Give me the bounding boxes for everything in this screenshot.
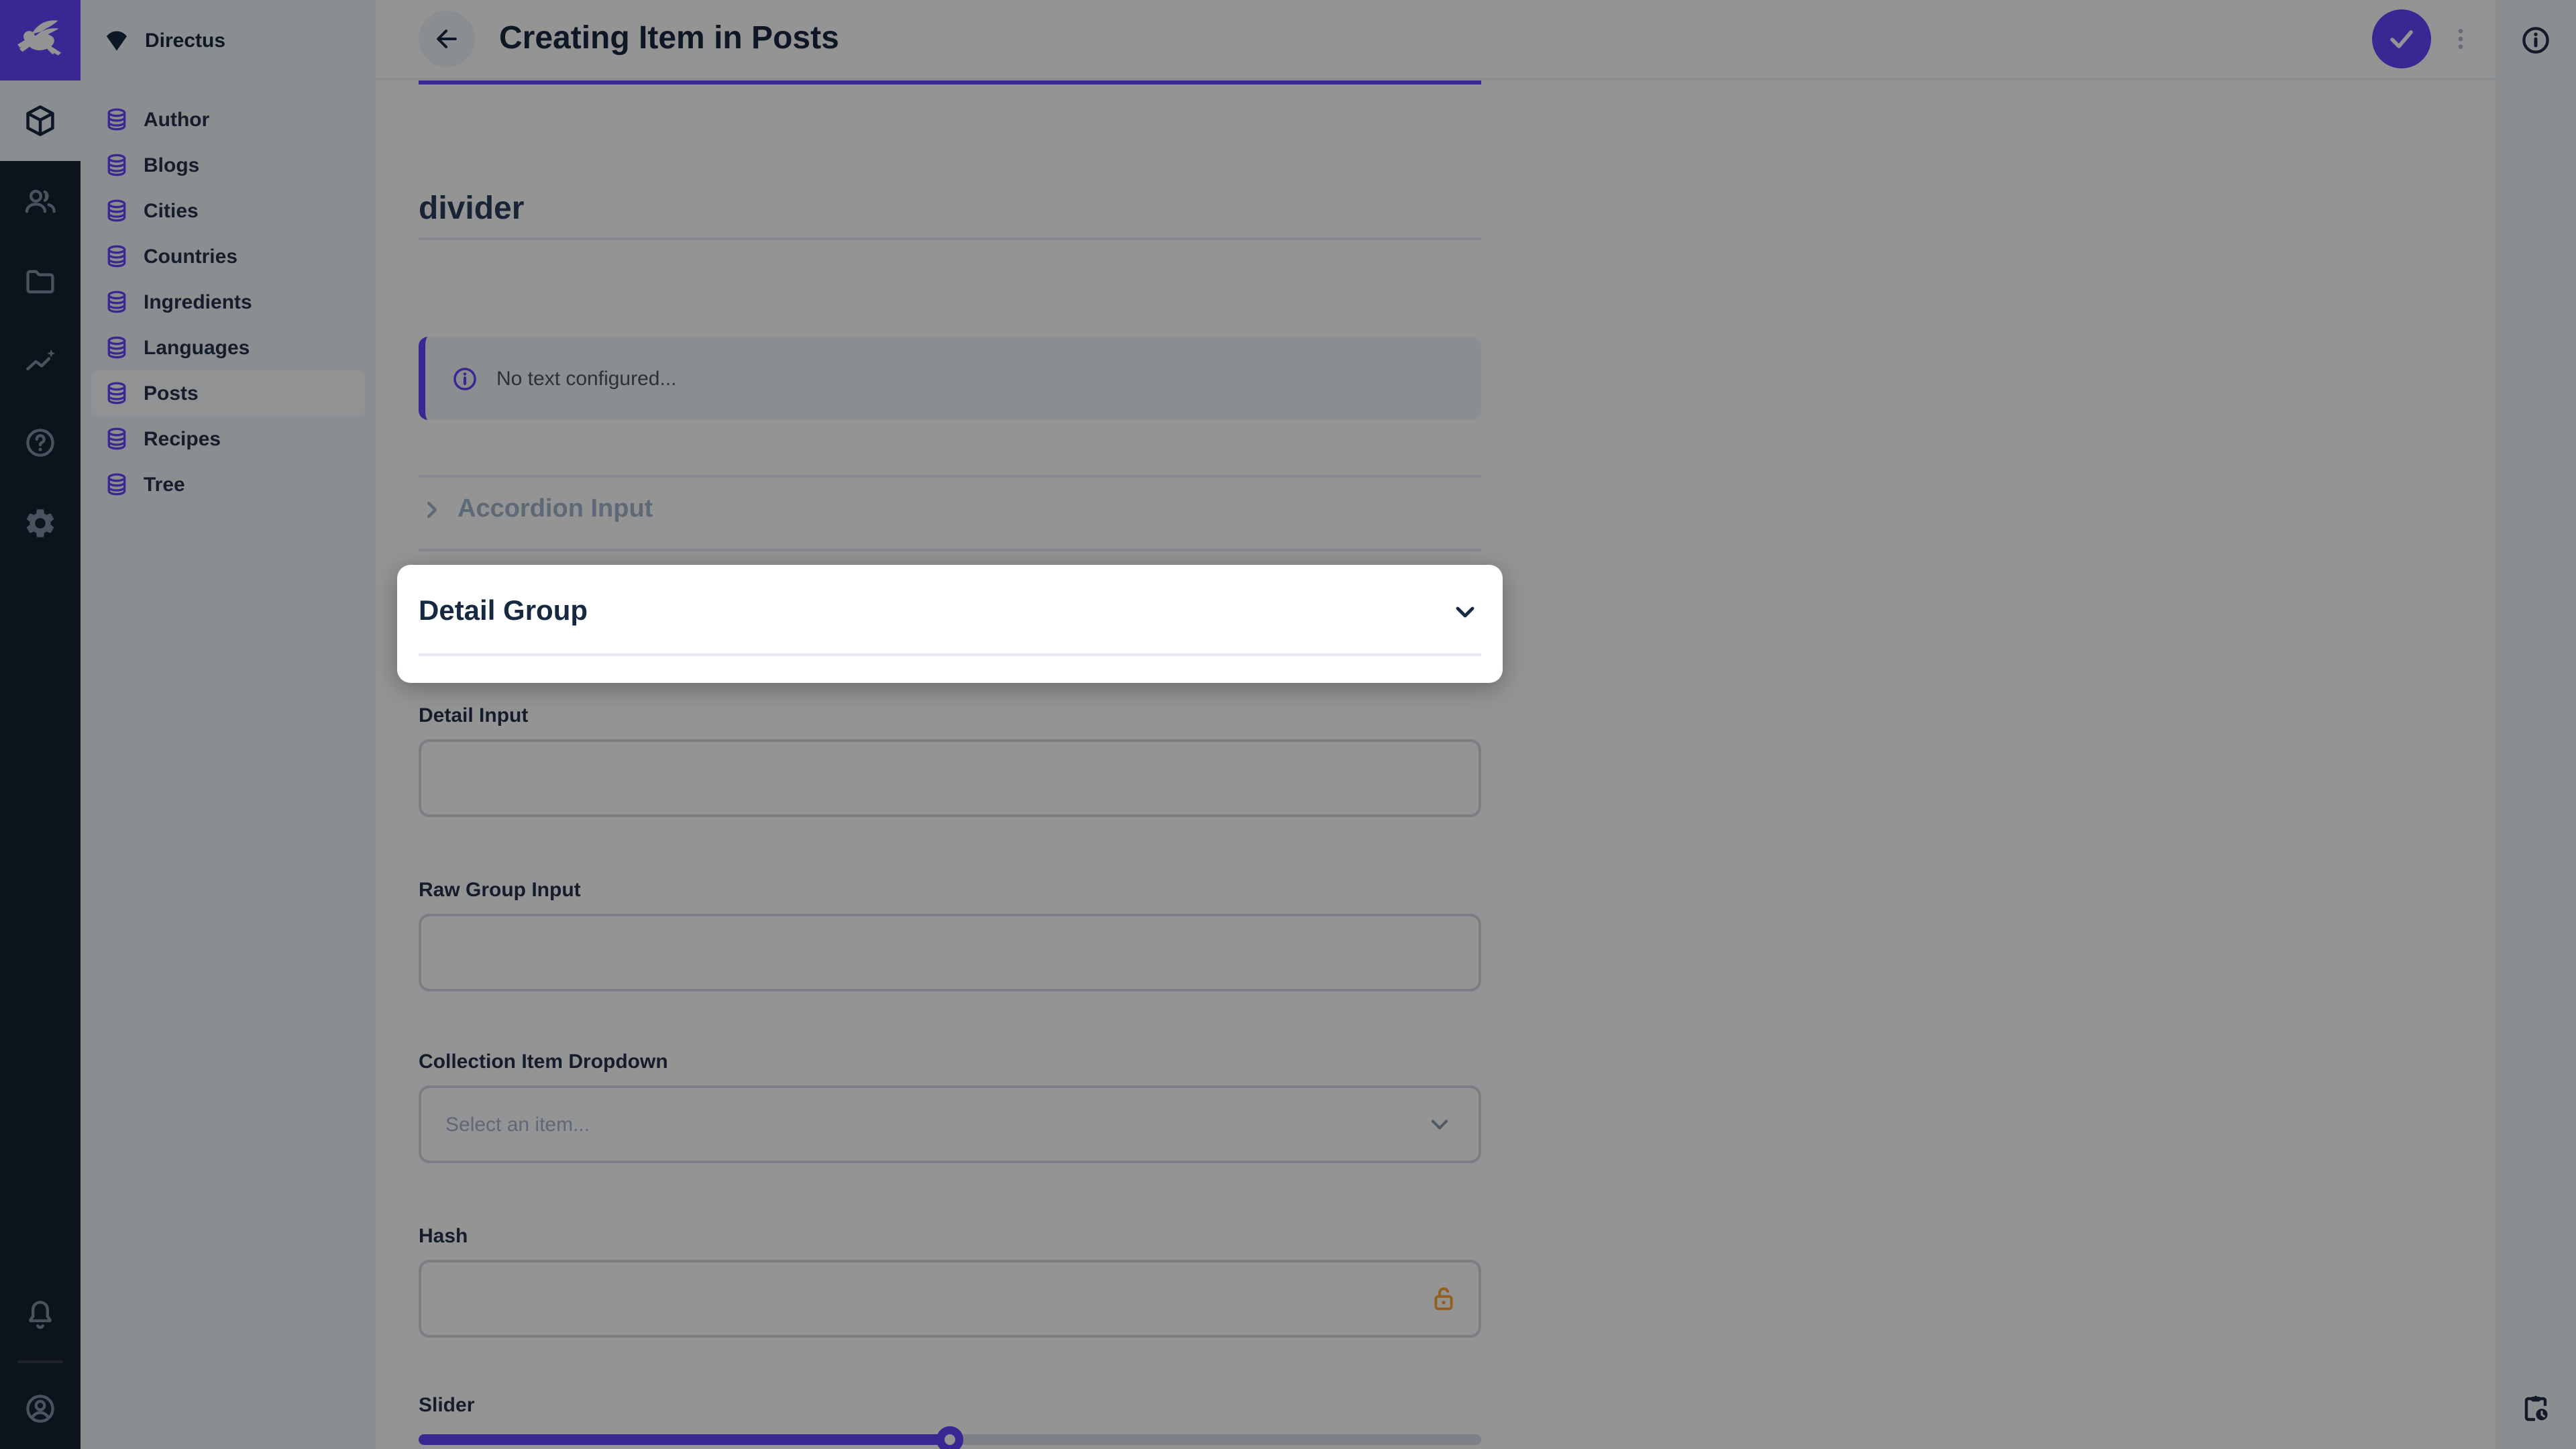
dim-overlay [0,0,2576,1449]
detail-group-title: Detail Group [419,596,588,628]
card-divider [419,653,1481,656]
detail-group-card[interactable]: Detail Group [397,565,1503,683]
chevron-down-icon[interactable] [1449,596,1481,628]
app-root: Directus Author Blogs Cities Countries [0,0,2576,1449]
